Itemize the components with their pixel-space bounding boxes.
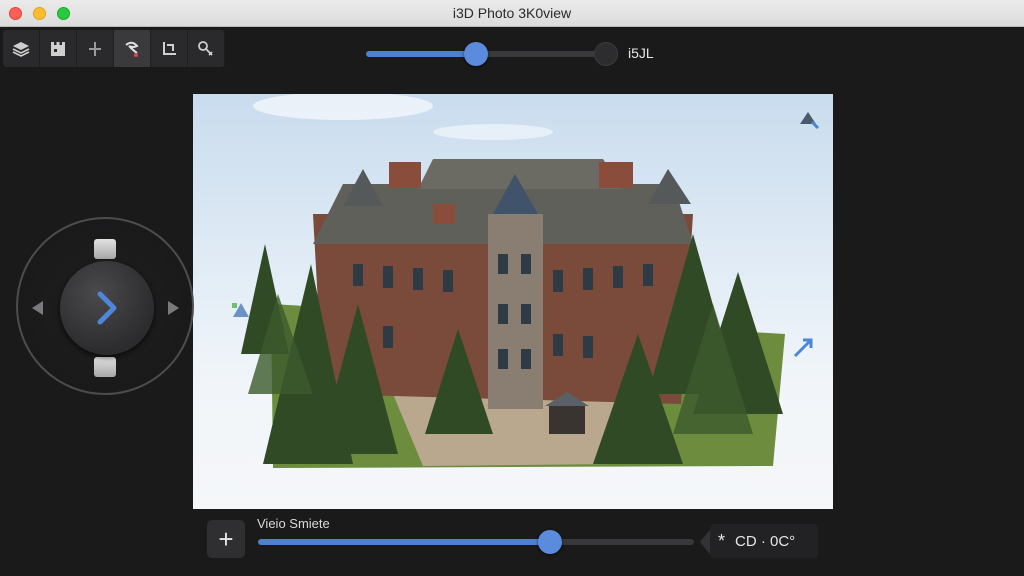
3d-viewport[interactable] [193, 94, 833, 509]
joystick-down-handle[interactable] [94, 357, 116, 377]
scene-button[interactable] [40, 30, 77, 67]
bottom-slider-knob[interactable] [538, 530, 562, 554]
joystick-left-arrow-icon[interactable] [32, 301, 43, 315]
tag-button[interactable] [188, 30, 225, 67]
joystick-right-arrow-icon[interactable] [168, 301, 179, 315]
add-button[interactable]: + [207, 520, 245, 558]
bottom-slider-fill [258, 539, 550, 545]
move-button[interactable] [77, 30, 114, 67]
top-slider-fill [366, 51, 476, 57]
bottom-value: CD · 0C° [735, 532, 796, 550]
chevron-right-icon [97, 291, 117, 325]
tour-icon [125, 41, 139, 57]
window-title: i3D Photo 3K0view [452, 5, 572, 21]
bottom-value-box[interactable]: * CD · 0C° [710, 524, 818, 558]
top-slider-knob[interactable] [464, 42, 488, 66]
expand-icon[interactable] [791, 336, 815, 360]
rotate-view-icon[interactable] [796, 108, 820, 132]
layers-button[interactable] [3, 30, 40, 67]
joystick-center-button[interactable] [60, 261, 154, 355]
tour-button[interactable] [114, 30, 151, 67]
top-slider-end-cap [594, 42, 618, 66]
bottom-slider[interactable] [258, 530, 694, 554]
scene-icon [51, 41, 65, 56]
3d-mansion-model [241, 94, 785, 468]
crop-icon [163, 41, 176, 55]
pan-left-icon[interactable] [229, 297, 253, 321]
toolbar [3, 30, 225, 67]
asterisk-icon: * [718, 530, 726, 551]
tag-icon [198, 40, 213, 56]
navigation-joystick[interactable] [16, 217, 194, 395]
title-bar: i3D Photo 3K0view [0, 0, 1024, 27]
move-icon [89, 41, 101, 56]
layers-icon [12, 41, 30, 57]
top-slider-track [476, 51, 606, 57]
bottom-slider-label: Vieio Smiete [257, 516, 330, 531]
top-slider[interactable] [366, 42, 618, 66]
bottom-slider-track [550, 539, 694, 545]
crop-button[interactable] [151, 30, 188, 67]
joystick-up-handle[interactable] [94, 239, 116, 259]
top-slider-value: i5JL [628, 45, 654, 61]
